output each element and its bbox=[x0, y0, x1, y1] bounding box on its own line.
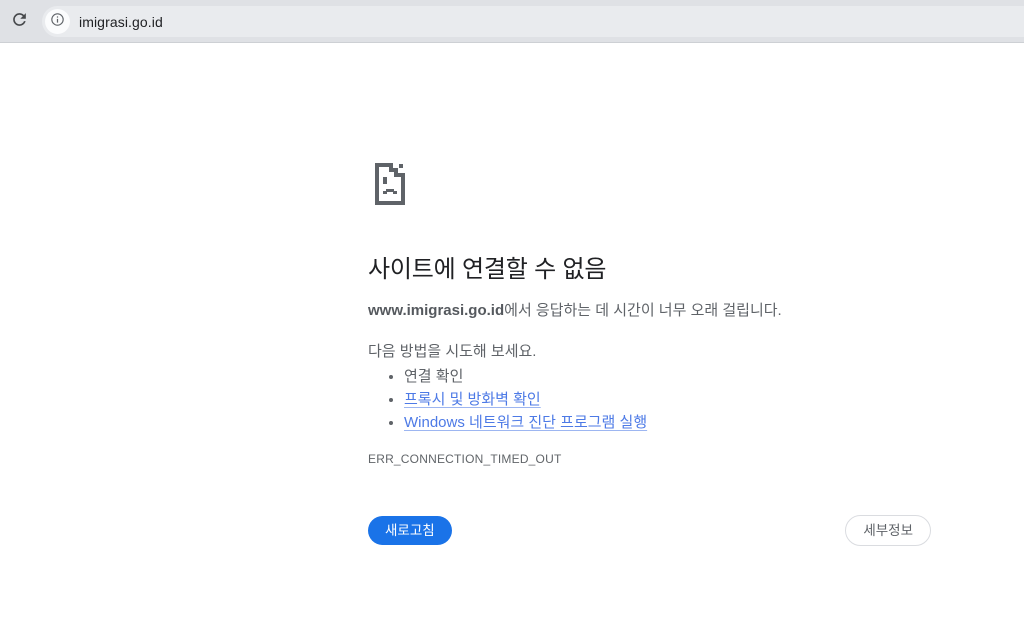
site-info-button[interactable] bbox=[45, 9, 70, 34]
suggestions-header: 다음 방법을 시도해 보세요. bbox=[368, 340, 931, 361]
error-code: ERR_CONNECTION_TIMED_OUT bbox=[368, 452, 931, 466]
info-icon bbox=[50, 12, 65, 32]
address-bar[interactable]: imigrasi.go.id bbox=[42, 6, 1024, 37]
suggestions-list: 연결 확인 프록시 및 방화벽 확인 Windows 네트워크 진단 프로그램 … bbox=[368, 365, 931, 434]
error-message: www.imigrasi.go.id에서 응답하는 데 시간이 너무 오래 걸립… bbox=[368, 301, 931, 321]
sad-page-icon bbox=[368, 160, 931, 208]
url-text[interactable]: imigrasi.go.id bbox=[79, 14, 163, 30]
error-message-rest: 에서 응답하는 데 시간이 너무 오래 걸립니다. bbox=[504, 302, 782, 319]
network-diagnostics-link[interactable]: Windows 네트워크 진단 프로그램 실행 bbox=[404, 414, 647, 431]
browser-toolbar: imigrasi.go.id bbox=[0, 0, 1024, 43]
suggestion-proxy-firewall: 프록시 및 방화벽 확인 bbox=[404, 388, 931, 411]
browser-window: imigrasi.go.id 사이트에 연결할 수 없음 www.imigras… bbox=[0, 0, 1024, 635]
error-message-host: www.imigrasi.go.id bbox=[368, 302, 504, 319]
reload-page-button[interactable]: 새로고침 bbox=[368, 516, 452, 545]
reload-icon bbox=[10, 10, 29, 34]
error-title: 사이트에 연결할 수 없음 bbox=[368, 249, 931, 284]
details-button[interactable]: 세부정보 bbox=[845, 515, 931, 546]
suggestion-network-diagnostics: Windows 네트워크 진단 프로그램 실행 bbox=[404, 411, 931, 434]
suggestion-text: 연결 확인 bbox=[404, 368, 463, 385]
button-row: 새로고침 세부정보 bbox=[368, 515, 931, 546]
suggestion-check-connection: 연결 확인 bbox=[404, 365, 931, 388]
error-page-content: 사이트에 연결할 수 없음 www.imigrasi.go.id에서 응답하는 … bbox=[368, 160, 931, 546]
reload-button[interactable] bbox=[8, 11, 30, 33]
proxy-firewall-link[interactable]: 프록시 및 방화벽 확인 bbox=[404, 391, 541, 408]
